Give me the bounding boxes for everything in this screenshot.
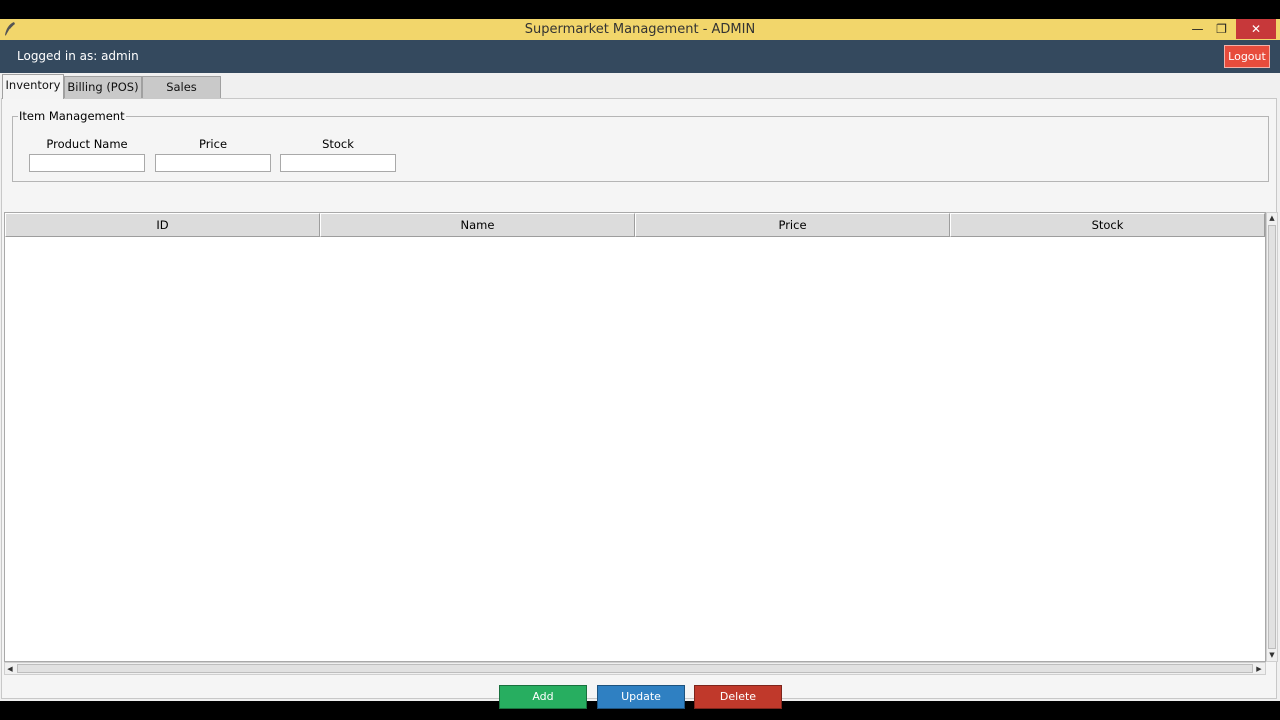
scroll-up-icon[interactable]: ▲ (1267, 213, 1277, 223)
column-header-price[interactable]: Price (635, 213, 950, 237)
app-window: Supermarket Management - ADMIN — ❐ ✕ Log… (0, 19, 1280, 709)
window-title: Supermarket Management - ADMIN (524, 22, 756, 37)
stock-input[interactable] (280, 154, 396, 172)
column-header-name[interactable]: Name (320, 213, 635, 237)
scroll-left-icon[interactable]: ◀ (5, 664, 15, 674)
vertical-scrollbar[interactable]: ▲ ▼ (1266, 212, 1278, 662)
logout-button[interactable]: Logout (1224, 45, 1270, 68)
column-header-stock[interactable]: Stock (950, 213, 1265, 237)
minimize-icon: — (1191, 22, 1204, 36)
product-name-input[interactable] (29, 154, 145, 172)
price-label: Price (198, 137, 228, 151)
minimize-button[interactable]: — (1186, 19, 1209, 39)
header-bar: Logged in as: admin Logout (0, 40, 1280, 73)
tab-inventory[interactable]: Inventory (2, 74, 64, 99)
group-title: Item Management (18, 109, 126, 124)
update-button[interactable]: Update (597, 685, 685, 709)
scroll-right-icon[interactable]: ▶ (1254, 664, 1264, 674)
horizontal-scroll-thumb[interactable] (17, 664, 1253, 673)
scroll-down-icon[interactable]: ▼ (1267, 650, 1277, 660)
product-name-label: Product Name (46, 137, 128, 151)
maximize-button[interactable]: ❐ (1210, 19, 1233, 39)
table-header: ID Name Price Stock (5, 213, 1265, 237)
title-bar[interactable]: Supermarket Management - ADMIN — ❐ ✕ (0, 19, 1280, 40)
tab-sales-history[interactable]: Sales History (142, 76, 221, 114)
vertical-scroll-thumb[interactable] (1268, 225, 1276, 649)
inventory-table[interactable]: ID Name Price Stock (4, 212, 1266, 662)
screen: Supermarket Management - ADMIN — ❐ ✕ Log… (0, 0, 1280, 720)
column-header-id[interactable]: ID (5, 213, 320, 237)
add-button[interactable]: Add (499, 685, 587, 709)
item-management-group: Item Management Product Name Price Stock (12, 109, 1269, 182)
price-input[interactable] (155, 154, 271, 172)
close-icon: ✕ (1250, 22, 1262, 36)
delete-button[interactable]: Delete (694, 685, 782, 709)
tab-billing[interactable]: Billing (POS) (64, 76, 142, 98)
close-button[interactable]: ✕ (1236, 19, 1276, 39)
login-status: Logged in as: admin (17, 49, 139, 63)
stock-label: Stock (322, 137, 354, 151)
tab-bar: Inventory Billing (POS) Sales History (0, 73, 1280, 114)
horizontal-scrollbar[interactable]: ◀ ▶ (4, 662, 1266, 675)
inventory-panel: Item Management Product Name Price Stock… (1, 98, 1278, 709)
maximize-icon: ❐ (1216, 22, 1227, 36)
